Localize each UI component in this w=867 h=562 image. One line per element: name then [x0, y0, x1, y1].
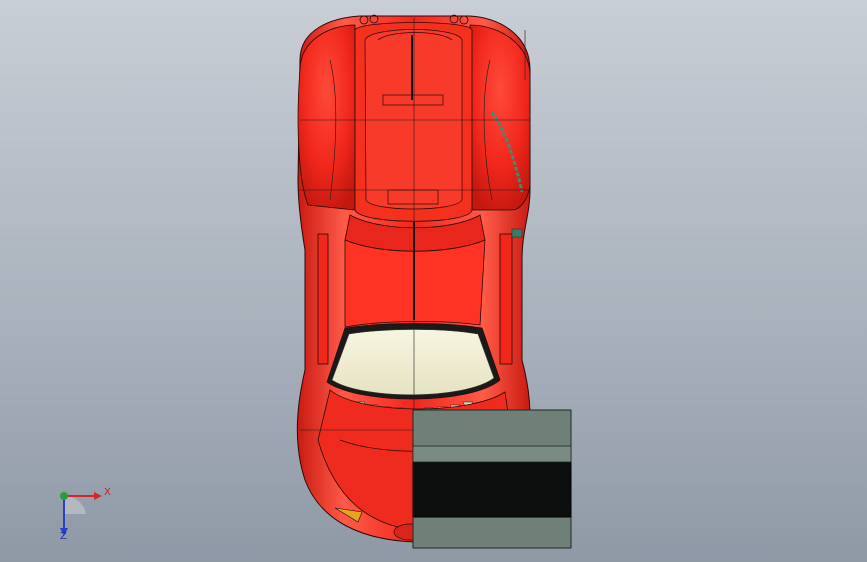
front-right-fender: [469, 24, 531, 211]
x-axis-label: X: [104, 487, 111, 498]
mirror-marker: [511, 228, 523, 238]
hood-scoop: [364, 29, 463, 210]
left-door: [317, 233, 329, 365]
right-door: [499, 233, 513, 365]
car-model[interactable]: [0, 0, 867, 562]
gray-block-top-band: [412, 445, 572, 463]
graphics-viewport[interactable]: X Y Z: [0, 0, 867, 562]
front-left-fender: [297, 24, 356, 211]
rear-glass: [331, 329, 495, 396]
dark-block: [412, 461, 572, 518]
z-axis-label: Z: [60, 531, 67, 542]
